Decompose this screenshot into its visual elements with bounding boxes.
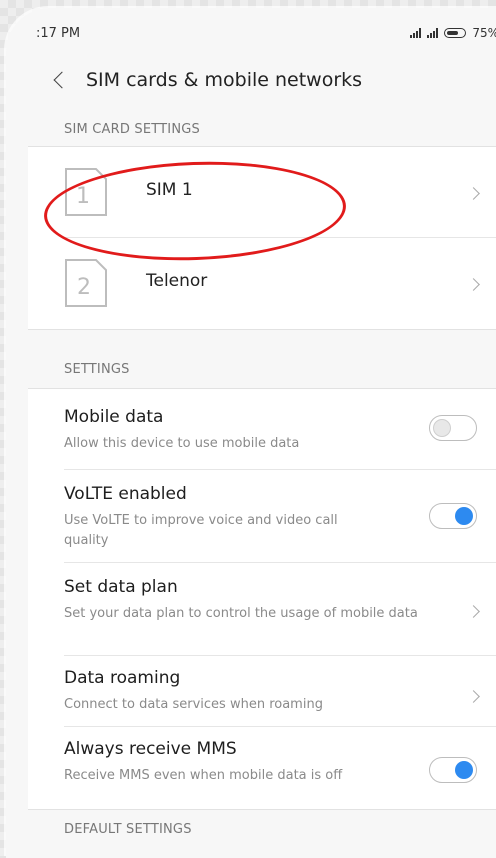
section-label-default: DEFAULT SETTINGS bbox=[64, 822, 192, 837]
sim-row-1[interactable]: 1 SIM 1 bbox=[28, 147, 496, 237]
sim-card-icon: 1 bbox=[64, 167, 108, 217]
status-time: :17 PM bbox=[36, 26, 81, 41]
phone-frame: :17 PM 75% SIM cards & mobile networks S… bbox=[6, 8, 496, 858]
sim-card-list: 1 SIM 1 2 Telenor bbox=[28, 146, 496, 330]
toggle-knob bbox=[433, 419, 451, 437]
sim-row-2[interactable]: 2 Telenor bbox=[28, 238, 496, 328]
battery-percent: 75% bbox=[472, 26, 496, 40]
setting-subtitle: Allow this device to use mobile data bbox=[64, 436, 300, 451]
setting-data-plan[interactable]: Set data plan Set your data plan to cont… bbox=[28, 563, 496, 655]
setting-volte[interactable]: VoLTE enabled Use VoLTE to improve voice… bbox=[28, 470, 496, 562]
sim-number: 2 bbox=[77, 275, 91, 300]
sim-label: Telenor bbox=[146, 271, 208, 291]
screen: :17 PM 75% SIM cards & mobile networks S… bbox=[28, 22, 496, 858]
page-title: SIM cards & mobile networks bbox=[86, 69, 363, 91]
setting-title: Mobile data bbox=[64, 407, 164, 427]
setting-title: Always receive MMS bbox=[64, 739, 237, 759]
always-mms-toggle[interactable] bbox=[429, 757, 477, 783]
chevron-right-icon bbox=[469, 189, 479, 199]
mobile-data-toggle[interactable] bbox=[429, 415, 477, 441]
settings-list: Mobile data Allow this device to use mob… bbox=[28, 388, 496, 810]
setting-subtitle: Set your data plan to control the usage … bbox=[64, 606, 418, 621]
chevron-right-icon bbox=[469, 607, 479, 617]
battery-fill bbox=[447, 31, 459, 35]
section-label-settings: SETTINGS bbox=[64, 362, 130, 377]
app-header: SIM cards & mobile networks bbox=[28, 52, 496, 108]
chevron-right-icon bbox=[469, 692, 479, 702]
setting-title: VoLTE enabled bbox=[64, 484, 187, 504]
chevron-left-icon[interactable] bbox=[44, 62, 80, 98]
setting-title: Set data plan bbox=[64, 577, 178, 597]
volte-toggle[interactable] bbox=[429, 503, 477, 529]
toggle-knob bbox=[455, 507, 473, 525]
signal-icon bbox=[410, 28, 422, 38]
setting-title: Data roaming bbox=[64, 668, 181, 688]
setting-subtitle: Use VoLTE to improve voice and video cal… bbox=[64, 513, 338, 548]
battery-icon bbox=[444, 28, 467, 38]
setting-always-mms[interactable]: Always receive MMS Receive MMS even when… bbox=[28, 727, 496, 807]
status-bar: :17 PM 75% bbox=[28, 22, 496, 52]
status-icons: 75% bbox=[410, 26, 496, 40]
setting-subtitle: Connect to data services when roaming bbox=[64, 697, 323, 712]
sim-label: SIM 1 bbox=[146, 180, 193, 200]
signal-icon-2 bbox=[427, 28, 439, 38]
setting-data-roaming[interactable]: Data roaming Connect to data services wh… bbox=[28, 656, 496, 726]
section-label-sim: SIM CARD SETTINGS bbox=[64, 122, 200, 137]
chevron-right-icon bbox=[469, 280, 479, 290]
toggle-knob bbox=[455, 761, 473, 779]
setting-mobile-data[interactable]: Mobile data Allow this device to use mob… bbox=[28, 389, 496, 469]
sim-card-icon: 2 bbox=[64, 258, 108, 308]
sim-number: 1 bbox=[76, 184, 90, 209]
setting-subtitle: Receive MMS even when mobile data is off bbox=[64, 768, 343, 783]
